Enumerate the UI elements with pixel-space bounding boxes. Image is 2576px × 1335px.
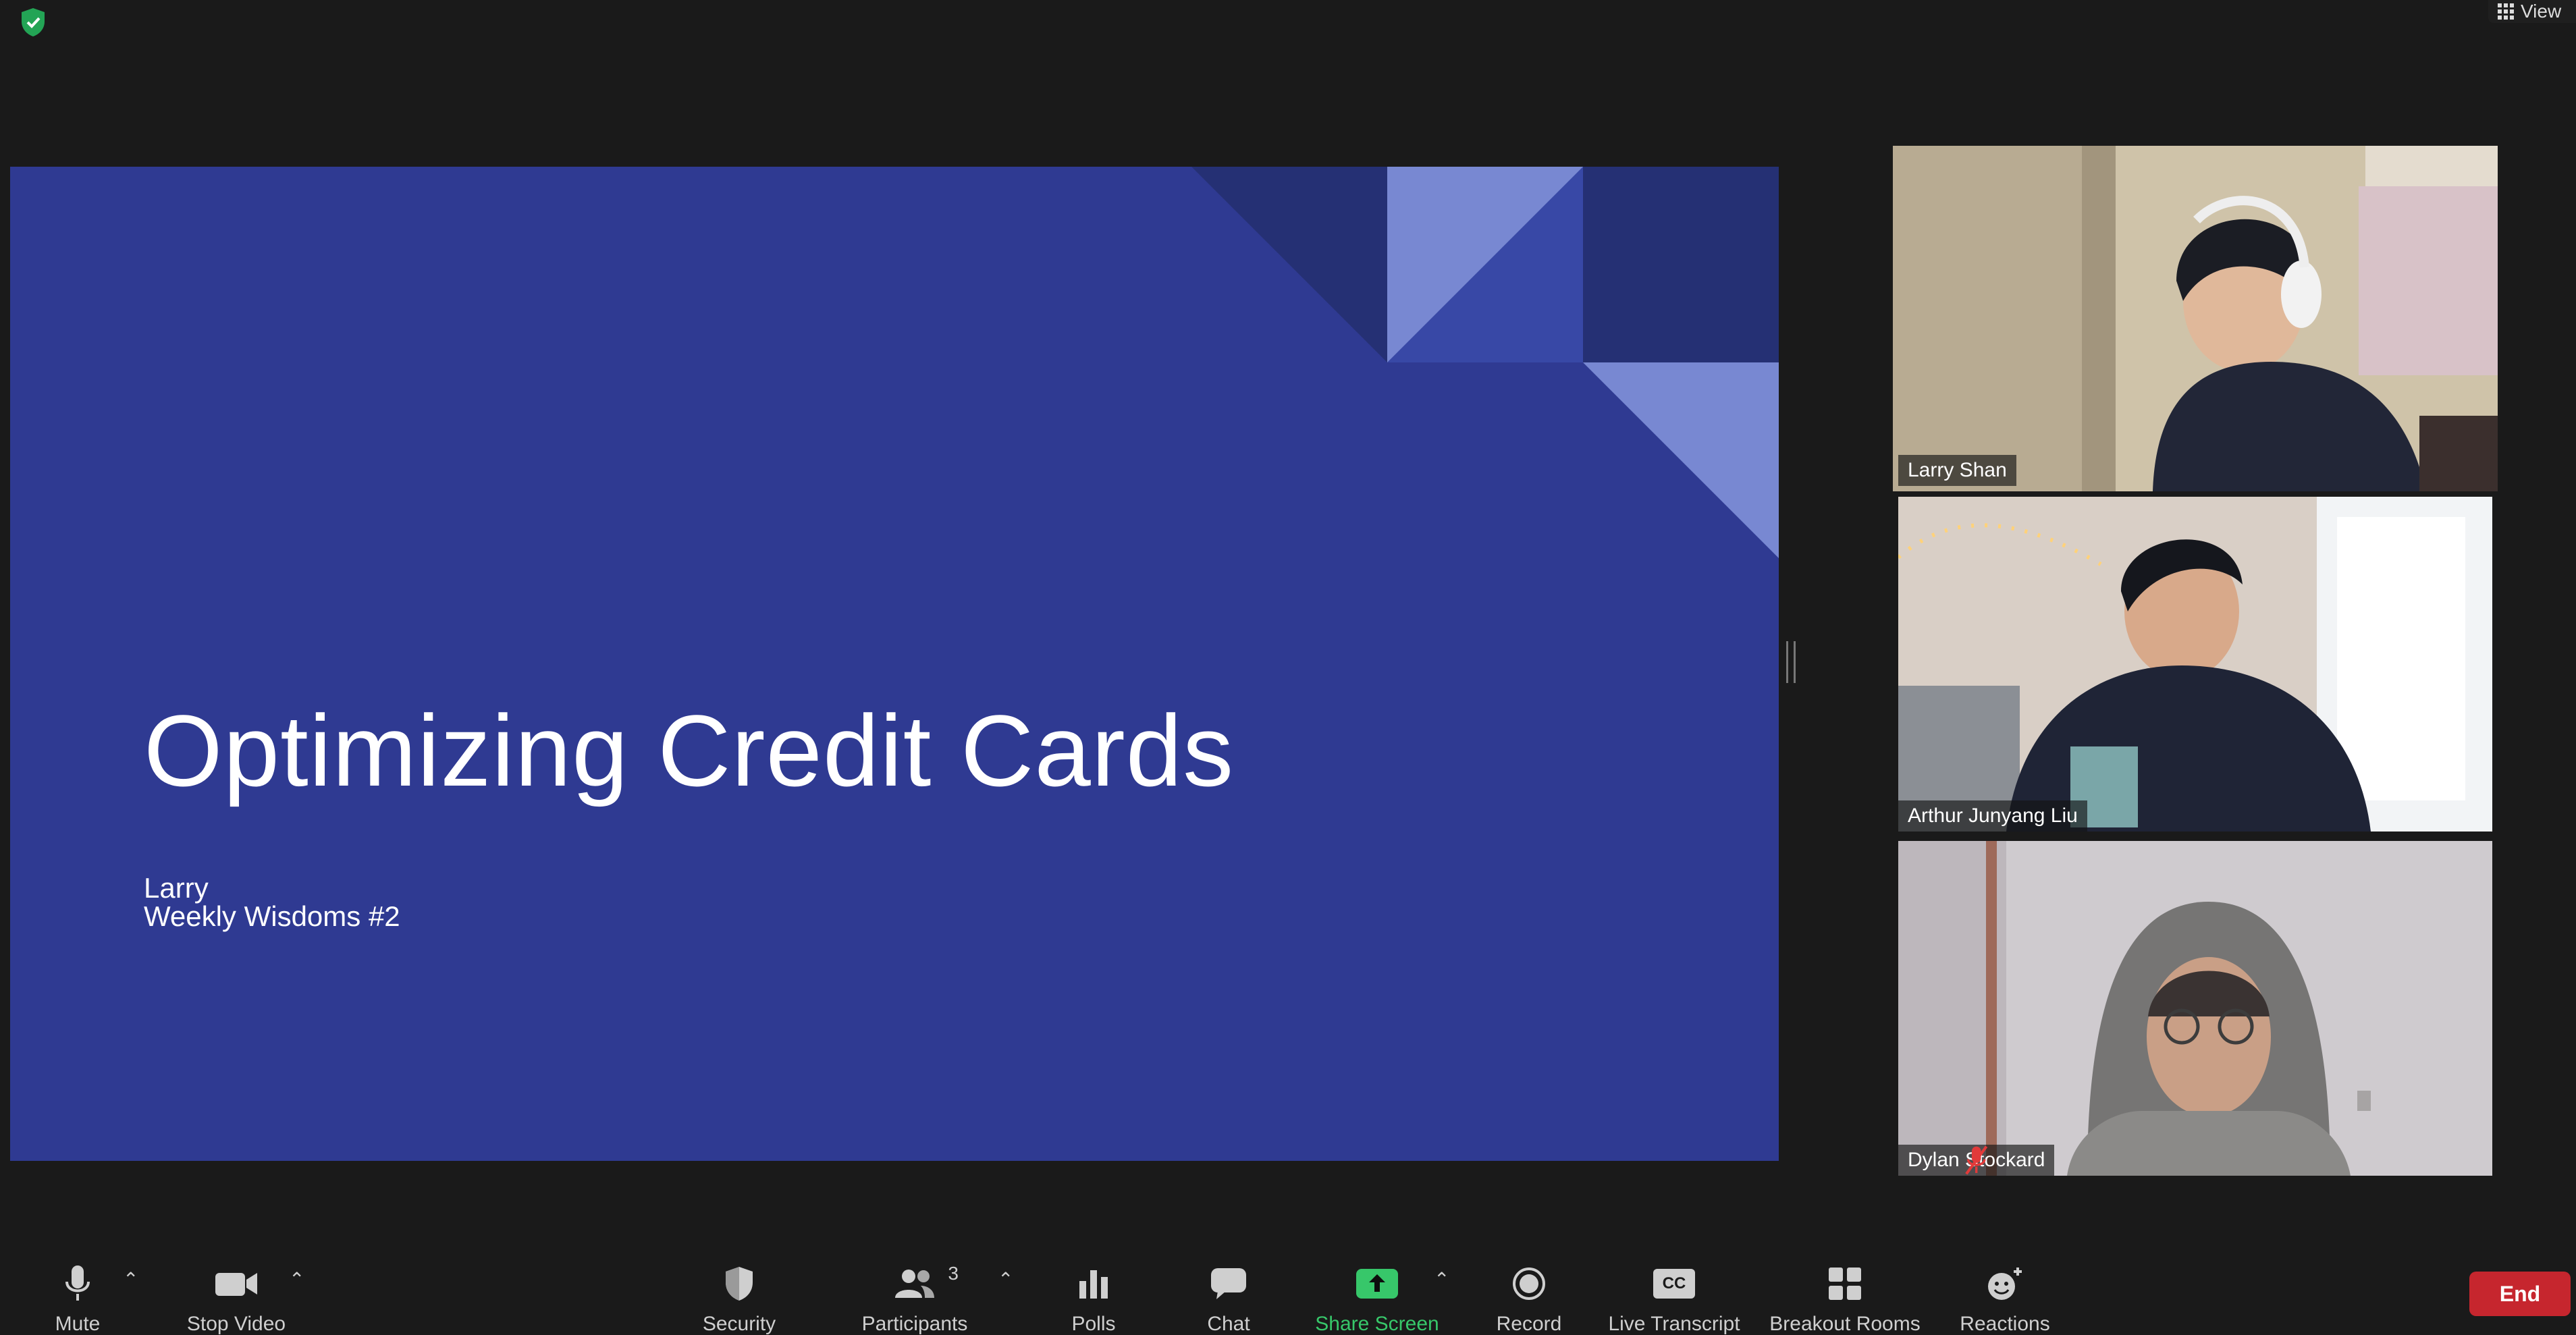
record-label: Record xyxy=(1496,1313,1562,1335)
participant-name: Arthur Junyang Liu xyxy=(1908,805,2078,827)
mute-label: Mute xyxy=(55,1313,101,1335)
polls-label: Polls xyxy=(1071,1313,1116,1335)
audio-options-chevron-icon[interactable]: ⌃ xyxy=(123,1268,138,1290)
slide-series: Weekly Wisdoms #2 xyxy=(144,900,400,932)
video-tile-arthur-junyang-liu[interactable]: Arthur Junyang Liu xyxy=(1898,497,2492,832)
closed-captions-icon: CC xyxy=(1653,1263,1695,1305)
participant-video xyxy=(1898,497,2492,832)
polls-icon xyxy=(1077,1263,1110,1305)
participants-label: Participants xyxy=(861,1313,968,1335)
participants-options-chevron-icon[interactable]: ⌃ xyxy=(998,1268,1013,1290)
participants-button[interactable]: 3 Participants xyxy=(857,1263,972,1334)
participant-name: Larry Shan xyxy=(1908,459,2007,481)
breakout-rooms-icon xyxy=(1827,1263,1862,1305)
slide-subtitle: Larry Weekly Wisdoms #2 xyxy=(144,874,400,931)
meeting-toolbar: Mute ⌃ Stop Video ⌃ Security 3 Participa… xyxy=(0,1244,2576,1334)
record-icon xyxy=(1511,1263,1547,1305)
video-camera-icon xyxy=(214,1263,259,1305)
live-transcript-label: Live Transcript xyxy=(1608,1313,1740,1335)
live-transcript-button[interactable]: CC Live Transcript xyxy=(1607,1263,1742,1334)
video-options-chevron-icon[interactable]: ⌃ xyxy=(289,1268,304,1290)
security-shield-icon xyxy=(722,1263,756,1305)
participants-icon: 3 xyxy=(894,1263,959,1305)
reactions-label: Reactions xyxy=(1960,1313,2050,1335)
mute-button[interactable]: Mute xyxy=(47,1263,108,1334)
stop-video-label: Stop Video xyxy=(186,1313,286,1335)
security-button[interactable]: Security xyxy=(695,1263,783,1334)
share-screen-label: Share Screen xyxy=(1315,1313,1439,1335)
reactions-button[interactable]: Reactions xyxy=(1958,1263,2052,1334)
polls-button[interactable]: Polls xyxy=(1060,1263,1127,1334)
video-tile-larry-shan[interactable]: Larry Shan xyxy=(1893,146,2498,491)
share-screen-arrow-icon xyxy=(1355,1263,1399,1305)
participant-name-tag: Dylan Stockard xyxy=(1898,1145,2055,1176)
view-label: View xyxy=(2521,1,2562,22)
view-button[interactable]: View xyxy=(2488,0,2576,23)
chat-label: Chat xyxy=(1207,1313,1250,1335)
slide-decoration xyxy=(1191,167,1779,558)
security-label: Security xyxy=(702,1313,776,1335)
chat-button[interactable]: Chat xyxy=(1195,1263,1262,1334)
chat-bubble-icon xyxy=(1210,1263,1247,1305)
breakout-rooms-label: Breakout Rooms xyxy=(1769,1313,1921,1335)
end-meeting-button[interactable]: End xyxy=(2469,1272,2571,1316)
share-screen-button[interactable]: Share Screen xyxy=(1310,1263,1445,1334)
video-tile-dylan-stockard[interactable]: Dylan Stockard xyxy=(1898,841,2492,1176)
cc-badge: CC xyxy=(1653,1269,1695,1299)
reactions-smiley-icon xyxy=(1985,1263,2024,1305)
participants-count: 3 xyxy=(948,1263,959,1284)
participant-video xyxy=(1898,841,2492,1176)
participant-name-tag: Arthur Junyang Liu xyxy=(1898,800,2087,832)
shared-screen-slide: Optimizing Credit Cards Larry Weekly Wis… xyxy=(10,167,1779,1161)
microphone-icon xyxy=(64,1263,91,1305)
panel-resize-handle[interactable] xyxy=(1786,641,1796,683)
stop-video-button[interactable]: Stop Video xyxy=(182,1263,290,1334)
share-options-chevron-icon[interactable]: ⌃ xyxy=(1434,1268,1449,1290)
participant-video xyxy=(1893,146,2498,491)
grid-icon xyxy=(2498,3,2514,20)
record-button[interactable]: Record xyxy=(1492,1263,1566,1334)
participant-name-tag: Larry Shan xyxy=(1898,455,2016,486)
slide-presenter: Larry xyxy=(144,872,209,904)
slide-title: Optimizing Credit Cards xyxy=(144,694,1235,807)
encryption-shield-icon[interactable] xyxy=(16,5,50,39)
muted-mic-icon xyxy=(1965,1145,1988,1175)
breakout-rooms-button[interactable]: Breakout Rooms xyxy=(1769,1263,1921,1334)
